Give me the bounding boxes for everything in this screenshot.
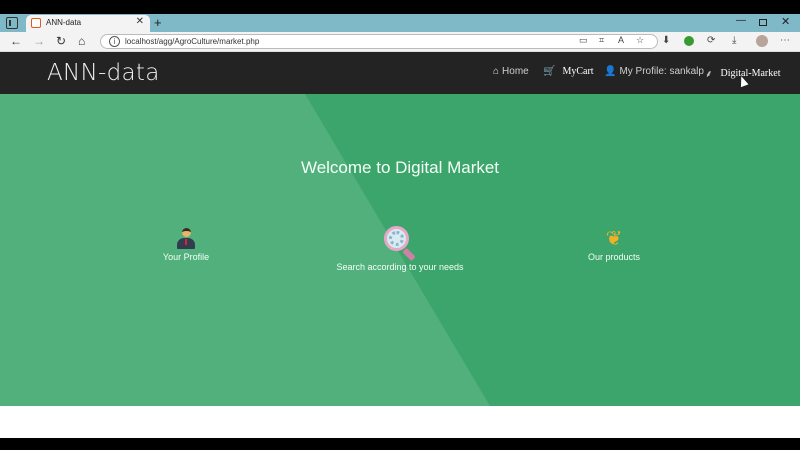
minimize-button[interactable]: — xyxy=(736,15,746,26)
home-button[interactable]: ⌂ xyxy=(78,34,85,48)
brand-logo[interactable]: ANN-data xyxy=(47,60,160,86)
feature-your-profile[interactable]: Your Profile xyxy=(150,228,222,262)
feature-profile-label: Your Profile xyxy=(162,252,210,262)
tab-search-icon[interactable]: ▭ xyxy=(579,35,588,46)
collections-icon[interactable]: ⟳ xyxy=(707,35,715,46)
favorites-icon[interactable]: ☆ xyxy=(636,35,644,46)
address-bar[interactable]: i localhost/agg/AgroCulture/market.php ▭… xyxy=(100,34,658,49)
forward-button[interactable]: → xyxy=(33,34,45,48)
nav-mycart-label: MyCart xyxy=(562,66,594,77)
read-aloud-icon[interactable]: A xyxy=(618,35,624,45)
user-icon: 👤 xyxy=(604,66,617,77)
feature-search-label: Search according to your needs xyxy=(336,262,464,272)
nav-market-label: Digital-Market xyxy=(720,67,781,79)
close-window-button[interactable]: ✕ xyxy=(781,15,790,28)
grain-icon: ⸙ xyxy=(705,69,713,80)
back-button[interactable]: ← xyxy=(10,34,22,48)
nav-home-label: Home xyxy=(502,66,529,77)
tab-close-icon[interactable]: ✕ xyxy=(136,16,144,27)
tab-title: ANN-data xyxy=(46,18,82,27)
browser-essentials-icon[interactable] xyxy=(684,36,694,46)
nav-home-link[interactable]: ⌂ Home xyxy=(493,66,529,77)
profile-avatar-icon[interactable] xyxy=(756,35,768,47)
tab-actions-icon[interactable] xyxy=(6,17,18,29)
hero-section: Welcome to Digital Market Your Profile S… xyxy=(0,94,800,406)
favicon-icon xyxy=(31,18,41,28)
browser-toolbar: ← → ↻ ⌂ i localhost/agg/AgroCulture/mark… xyxy=(0,32,800,52)
maximize-button[interactable] xyxy=(759,19,767,26)
hero-title: Welcome to Digital Market xyxy=(300,158,500,177)
nav-mycart-link[interactable]: 🛒 MyCart xyxy=(543,66,594,77)
magnifier-icon xyxy=(383,226,417,262)
home-icon: ⌂ xyxy=(493,66,500,77)
downloads-icon[interactable]: ⤓ xyxy=(732,35,736,46)
qr-code-icon[interactable]: ⌗ xyxy=(599,35,604,46)
page-content-area xyxy=(0,406,800,438)
screen-top-bar xyxy=(0,0,800,14)
screen-bottom-bar xyxy=(0,438,800,450)
new-tab-button[interactable]: + xyxy=(154,15,162,30)
feature-our-products[interactable]: ❦ Our products xyxy=(578,228,650,262)
site-navbar: ANN-data ⌂ Home 🛒 MyCart 👤 My Profile: s… xyxy=(0,52,800,94)
browser-tab-strip: ANN-data ✕ + — ✕ xyxy=(0,14,800,32)
reload-button[interactable]: ↻ xyxy=(56,34,66,48)
nav-profile-label: My Profile: sankalp xyxy=(619,66,704,77)
wheat-icon: ❦ xyxy=(605,228,623,250)
businessman-icon xyxy=(177,228,195,250)
more-icon[interactable]: ⋯ xyxy=(780,35,790,46)
cart-icon: 🛒 xyxy=(543,66,556,77)
extension-icon[interactable]: ⬇ xyxy=(662,35,670,46)
site-info-icon[interactable]: i xyxy=(109,36,120,47)
feature-search[interactable]: Search according to your needs xyxy=(330,226,470,272)
nav-profile-link[interactable]: 👤 My Profile: sankalp xyxy=(604,66,704,77)
url-text[interactable]: localhost/agg/AgroCulture/market.php xyxy=(125,37,259,46)
browser-tab[interactable]: ANN-data ✕ xyxy=(26,15,150,32)
feature-products-label: Our products xyxy=(587,252,641,262)
